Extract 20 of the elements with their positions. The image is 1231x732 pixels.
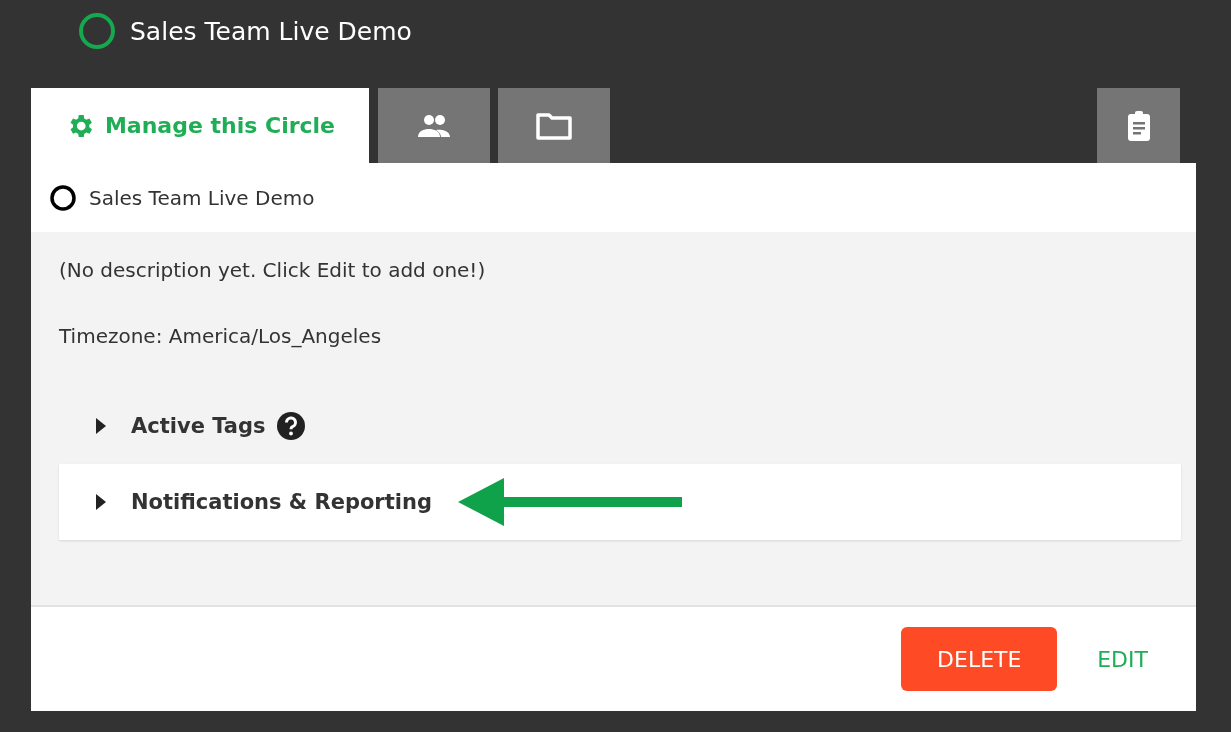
circle-name: Sales Team Live Demo	[89, 185, 315, 210]
collapsible-section[interactable]: Active Tags	[59, 388, 1181, 464]
help-icon	[275, 411, 306, 441]
tab[interactable]	[498, 88, 610, 163]
circle-title: Sales Team Live Demo	[130, 16, 412, 46]
caret-icon	[95, 493, 107, 511]
folder-icon	[535, 110, 573, 141]
delete-button[interactable]: DELETE	[901, 627, 1058, 691]
people-icon	[416, 112, 452, 139]
circle-outline-icon	[49, 183, 77, 212]
tab[interactable]	[378, 88, 490, 163]
tab[interactable]: Manage this Circle	[31, 88, 369, 163]
tab[interactable]	[1097, 88, 1180, 163]
collapsible-section[interactable]: Notifications & Reporting	[59, 464, 1181, 540]
edit-button[interactable]: EDIT	[1097, 646, 1148, 672]
status-ring-icon	[78, 12, 116, 50]
clipboard-icon	[1125, 109, 1152, 142]
timezone-text: Timezone: America/Los_Angeles	[59, 324, 383, 348]
caret-icon	[95, 417, 107, 435]
description-text: (No description yet. Click Edit to add one!)	[59, 258, 487, 282]
